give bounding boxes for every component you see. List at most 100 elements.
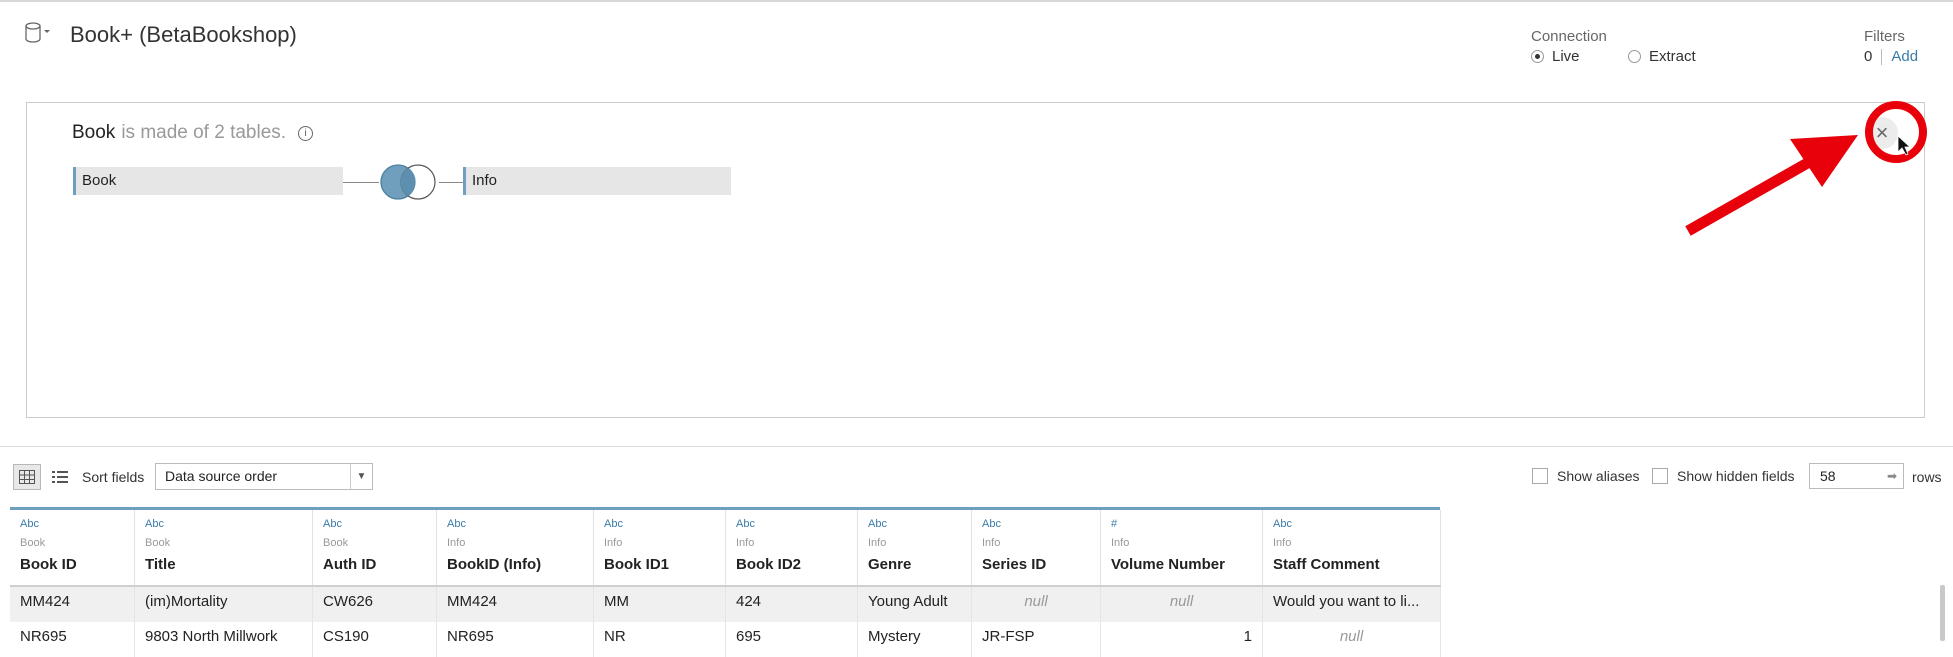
connection-live-label: Live (1552, 48, 1580, 65)
table-cell: NR (594, 622, 726, 657)
sort-fields-select[interactable]: Data source order ▼ (155, 463, 373, 490)
rows-label: rows (1912, 469, 1942, 485)
join-panel-title: Book is made of 2 tables. i (72, 122, 314, 144)
table-cell: MM (594, 587, 726, 622)
join-connector-left (343, 182, 379, 183)
field-source: Info (868, 537, 887, 549)
grid-view-button[interactable] (13, 464, 41, 490)
column-header[interactable]: Abc Info Series ID (972, 510, 1101, 585)
top-border (0, 0, 1953, 2)
chevron-down-icon[interactable]: ▼ (350, 464, 372, 489)
list-view-button[interactable] (50, 466, 70, 488)
field-type-icon: Abc (604, 518, 623, 530)
inner-join-icon[interactable] (378, 162, 440, 202)
info-icon[interactable]: i (298, 125, 314, 141)
table-cell: NR695 (10, 622, 135, 657)
table-cell: Mystery (858, 622, 972, 657)
column-header[interactable]: Abc Book Auth ID (313, 510, 437, 585)
show-aliases-checkbox[interactable]: Show aliases (1532, 468, 1640, 484)
column-header[interactable]: Abc Info Book ID2 (726, 510, 858, 585)
vertical-scrollbar[interactable] (1940, 585, 1945, 641)
field-source: Info (1111, 537, 1130, 549)
table-cell: 9803 North Millwork (135, 622, 313, 657)
field-name: Book ID2 (736, 556, 802, 573)
sort-fields-label: Sort fields (82, 469, 145, 485)
connection-label: Connection (1531, 28, 1607, 45)
table-cell: null (1263, 622, 1441, 657)
field-name: Title (145, 556, 176, 573)
show-hidden-fields-label: Show hidden fields (1677, 468, 1795, 484)
field-source: Book (20, 537, 46, 549)
column-header[interactable]: Abc Info Genre (858, 510, 972, 585)
field-name: Series ID (982, 556, 1047, 573)
table-cell: null (1101, 587, 1263, 622)
field-type-icon: Abc (736, 518, 755, 530)
connection-extract-radio[interactable]: Extract (1628, 48, 1696, 65)
column-header[interactable]: Abc Info BookID (Info) (437, 510, 594, 585)
grid-icon (19, 470, 35, 484)
add-filter-link[interactable]: Add (1891, 48, 1918, 65)
annotation-circle (1865, 101, 1927, 163)
field-source: Info (736, 537, 755, 549)
show-hidden-fields-checkbox[interactable]: Show hidden fields (1652, 468, 1795, 484)
datasource-title[interactable]: Book+ (BetaBookshop) (70, 22, 297, 48)
radio-selected-icon[interactable] (1531, 50, 1544, 63)
table-cell: NR695 (437, 622, 594, 657)
checkbox-icon[interactable] (1652, 468, 1668, 484)
field-name: Book ID (20, 556, 77, 573)
logical-table-name: Book (72, 122, 116, 143)
field-type-icon: Abc (447, 518, 466, 530)
table-cell: (im)Mortality (135, 587, 313, 622)
column-header[interactable]: Abc Info Book ID1 (594, 510, 726, 585)
field-name: Volume Number (1111, 556, 1225, 573)
field-source: Info (1273, 537, 1292, 549)
annotation-overlay (1685, 101, 1927, 236)
field-source: Info (982, 537, 1001, 549)
field-type-icon: Abc (1273, 518, 1292, 530)
field-type-icon: # (1111, 518, 1118, 530)
connection-live-radio[interactable]: Live (1531, 48, 1580, 65)
field-name: Genre (868, 556, 912, 573)
filters-count: 0 (1864, 48, 1873, 65)
sort-fields-value: Data source order (165, 468, 278, 484)
database-icon[interactable] (24, 22, 58, 44)
join-right-table[interactable]: Info (463, 167, 731, 195)
table-cell: null (972, 587, 1101, 622)
list-icon (52, 471, 68, 483)
join-connector-right (439, 182, 463, 183)
table-cell: Would you want to li... (1263, 587, 1441, 622)
column-header[interactable]: Abc Book Book ID (10, 510, 135, 585)
column-header[interactable]: # Info Volume Number (1101, 510, 1263, 585)
connection-extract-label: Extract (1649, 48, 1696, 65)
table-cell: 695 (726, 622, 858, 657)
table-cell: CS190 (313, 622, 437, 657)
table-row: MM424 (im)Mortality CW626 MM424 MM 424 Young A… (10, 587, 1441, 622)
table-cell: 424 (726, 587, 858, 622)
table-cell: Young Adult (858, 587, 972, 622)
field-name: Auth ID (323, 556, 377, 573)
filters-label: Filters (1864, 28, 1905, 45)
table-cell: MM424 (10, 587, 135, 622)
field-name: BookID (Info) (447, 556, 542, 573)
table-cell: CW626 (313, 587, 437, 622)
field-name: Staff Comment (1273, 556, 1380, 573)
filters-row: 0 Add (1864, 48, 1918, 65)
rows-input[interactable]: 58 ➡ (1809, 463, 1904, 489)
join-left-table[interactable]: Book (73, 167, 343, 195)
field-type-icon: Abc (323, 518, 342, 530)
field-type-icon: Abc (982, 518, 1001, 530)
join-panel (26, 102, 1925, 418)
field-type-icon: Abc (868, 518, 887, 530)
show-aliases-label: Show aliases (1557, 468, 1640, 484)
join-description: is made of 2 tables. (121, 122, 287, 143)
annotation-arrow-shaft (1685, 152, 1821, 236)
table-row: NR695 9803 North Millwork CS190 NR695 NR 695 M… (10, 622, 1441, 657)
column-header[interactable]: Abc Book Title (135, 510, 313, 585)
radio-unselected-icon[interactable] (1628, 50, 1641, 63)
column-header[interactable]: Abc Info Staff Comment (1263, 510, 1441, 585)
checkbox-icon[interactable] (1532, 468, 1548, 484)
table-cell: JR-FSP (972, 622, 1101, 657)
arrow-right-icon[interactable]: ➡ (1887, 464, 1897, 488)
field-source: Info (447, 537, 466, 549)
field-name: Book ID1 (604, 556, 670, 573)
